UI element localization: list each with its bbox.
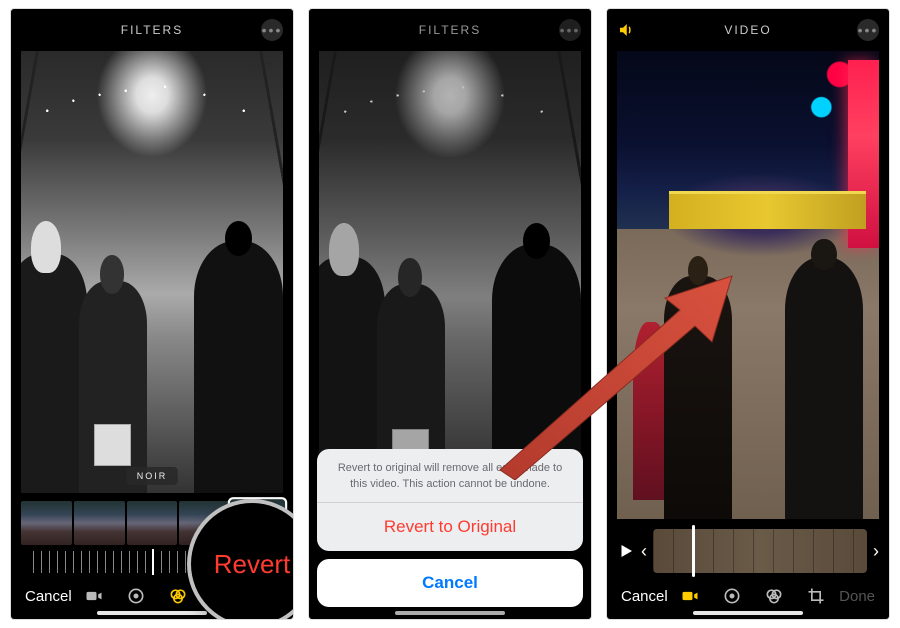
crop-icon[interactable] [806,586,826,606]
revert-callout-text: Revert [214,549,291,580]
filter-thumb[interactable] [21,501,72,545]
more-button[interactable]: ••• [261,19,283,41]
cancel-button[interactable]: Cancel [621,588,668,605]
video-trim-bar: ‹ › [617,529,879,573]
video-icon[interactable] [680,586,700,606]
action-sheet-cancel-button[interactable]: Cancel [317,559,583,607]
revert-to-original-button[interactable]: Revert to Original [317,503,583,551]
play-icon[interactable] [617,542,635,560]
filter-name-badge: NOIR [127,467,178,485]
action-sheet-group: Revert to original will remove all edits… [317,449,583,551]
editor-mode-icons [680,586,826,606]
home-indicator [97,611,207,615]
action-sheet: Revert to original will remove all edits… [317,449,583,607]
cancel-button[interactable]: Cancel [25,588,72,605]
filters-icon[interactable] [764,586,784,606]
trim-handle-right[interactable]: › [873,541,879,562]
header-title: FILTERS [121,23,183,37]
trim-track[interactable] [653,529,867,573]
video-preview[interactable] [617,51,879,519]
screen-filters-edit: FILTERS ••• NOIR [10,8,294,620]
action-sheet-message: Revert to original will remove all edits… [317,449,583,502]
adjust-icon[interactable] [722,586,742,606]
editor-header: VIDEO ••• [607,9,889,51]
screen-revert-confirm: FILTERS ••• NOIR Revert to original [308,8,592,620]
editor-header: FILTERS ••• [11,9,293,51]
adjust-icon[interactable] [126,586,146,606]
header-title: VIDEO [724,23,771,37]
more-button[interactable]: ••• [857,19,879,41]
ellipsis-icon: ••• [858,22,879,38]
screen-video-original: VIDEO ••• ‹ › Cancel [606,8,890,620]
home-indicator [693,611,803,615]
done-button[interactable]: Done [839,588,875,605]
filters-icon[interactable] [168,586,188,606]
video-preview[interactable]: NOIR [21,51,283,493]
filter-thumb[interactable] [74,501,125,545]
filter-thumb[interactable] [127,501,178,545]
ellipsis-icon: ••• [262,22,283,38]
trim-handle-left[interactable]: ‹ [641,541,647,562]
preview-image-bw [21,51,283,493]
volume-icon[interactable] [617,21,635,44]
video-icon[interactable] [84,586,104,606]
preview-image-color [617,51,879,519]
